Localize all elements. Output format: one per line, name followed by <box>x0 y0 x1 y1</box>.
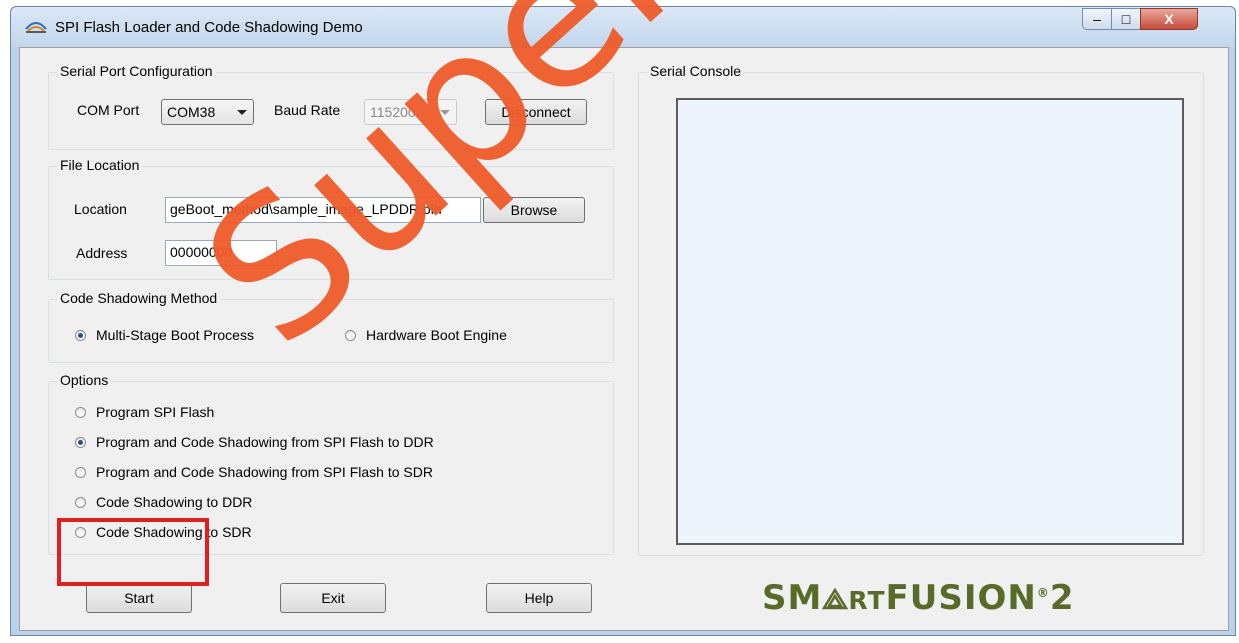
radio-label: Multi-Stage Boot Process <box>96 327 254 343</box>
radio-label: Code Shadowing to SDR <box>96 524 252 540</box>
radio-unselected-icon <box>75 496 86 508</box>
radio-label: Program and Code Shadowing from SPI Flas… <box>96 464 433 480</box>
exit-button[interactable]: Exit <box>280 583 386 613</box>
smartfusion2-logo: SM RTFUSION®2 <box>762 578 1075 618</box>
options-group-label: Options <box>57 372 112 388</box>
option-shadow-sdr[interactable]: Code Shadowing to SDR <box>75 524 252 540</box>
radio-label: Hardware Boot Engine <box>366 327 507 343</box>
start-button[interactable]: Start <box>86 583 192 613</box>
radio-label: Code Shadowing to DDR <box>96 494 253 510</box>
title-bar[interactable]: SPI Flash Loader and Code Shadowing Demo… <box>11 7 1235 47</box>
radio-multi-stage-boot[interactable]: Multi-Stage Boot Process <box>75 327 254 343</box>
disconnect-button[interactable]: Disconnect <box>485 99 587 125</box>
shadowing-method-group-label: Code Shadowing Method <box>57 290 221 306</box>
maximize-button[interactable]: □ <box>1111 8 1141 30</box>
file-location-group-label: File Location <box>57 157 143 173</box>
location-label: Location <box>74 201 127 217</box>
help-button-label: Help <box>524 590 554 606</box>
serial-console-group-label: Serial Console <box>647 63 745 79</box>
close-icon: X <box>1164 11 1174 27</box>
address-input[interactable]: 00000000 <box>165 240 277 266</box>
location-input[interactable]: geBoot_method\sample_image_LPDDR.bin <box>165 197 481 223</box>
logo-text-2: 2 <box>1049 578 1075 618</box>
serial-console-output[interactable] <box>676 98 1184 545</box>
registered-mark: ® <box>1036 586 1050 600</box>
radio-unselected-icon <box>345 329 356 341</box>
option-shadow-ddr[interactable]: Code Shadowing to DDR <box>75 494 252 510</box>
help-button[interactable]: Help <box>486 583 592 613</box>
app-logo-icon <box>25 22 47 33</box>
option-program-shadow-sdr[interactable]: Program and Code Shadowing from SPI Flas… <box>75 464 433 480</box>
radio-label: Program and Code Shadowing from SPI Flas… <box>96 434 434 450</box>
logo-triangle-icon <box>822 587 849 610</box>
radio-unselected-icon <box>75 466 86 478</box>
baud-rate-select[interactable]: 115200 <box>364 99 457 125</box>
options-group: Options Program SPI Flash Program and Co… <box>48 372 614 555</box>
close-button[interactable]: X <box>1140 8 1198 30</box>
serial-port-group-label: Serial Port Configuration <box>57 63 216 79</box>
radio-selected-icon <box>75 436 86 448</box>
baud-rate-value: 115200 <box>370 104 416 120</box>
chevron-down-icon <box>440 110 450 115</box>
chevron-down-icon <box>237 110 247 115</box>
radio-unselected-icon <box>75 526 86 538</box>
com-port-select[interactable]: COM38 <box>161 99 254 125</box>
option-program-shadow-ddr[interactable]: Program and Code Shadowing from SPI Flas… <box>75 434 434 450</box>
browse-button-label: Browse <box>510 202 558 218</box>
shadowing-method-group: Code Shadowing Method Multi-Stage Boot P… <box>48 290 614 363</box>
radio-hardware-boot-engine[interactable]: Hardware Boot Engine <box>345 327 507 343</box>
minimize-icon: – <box>1093 11 1101 27</box>
window-title: SPI Flash Loader and Code Shadowing Demo <box>55 19 363 36</box>
com-port-value: COM38 <box>167 104 216 120</box>
logo-text-sm: SM <box>762 578 823 618</box>
option-program-spi-flash[interactable]: Program SPI Flash <box>75 404 214 420</box>
app-window: SPI Flash Loader and Code Shadowing Demo… <box>10 6 1236 636</box>
com-port-label: COM Port <box>77 102 140 118</box>
start-button-label: Start <box>124 590 154 606</box>
serial-port-group: Serial Port Configuration COM Port COM38… <box>48 63 614 150</box>
exit-button-label: Exit <box>321 590 345 606</box>
disconnect-button-label: Disconnect <box>501 104 571 120</box>
logo-text-fusion: FUSION <box>885 578 1037 618</box>
client-area: Serial Port Configuration COM Port COM38… <box>19 47 1229 631</box>
radio-unselected-icon <box>75 406 86 418</box>
radio-label: Program SPI Flash <box>96 404 215 420</box>
address-label: Address <box>76 245 128 261</box>
browse-button[interactable]: Browse <box>483 197 585 223</box>
maximize-icon: □ <box>1121 11 1131 27</box>
file-location-group: File Location Location geBoot_method\sam… <box>48 157 614 280</box>
baud-rate-label: Baud Rate <box>274 102 341 118</box>
minimize-button[interactable]: – <box>1082 8 1112 30</box>
radio-selected-icon <box>75 329 86 341</box>
logo-text-rt: RT <box>848 586 886 615</box>
